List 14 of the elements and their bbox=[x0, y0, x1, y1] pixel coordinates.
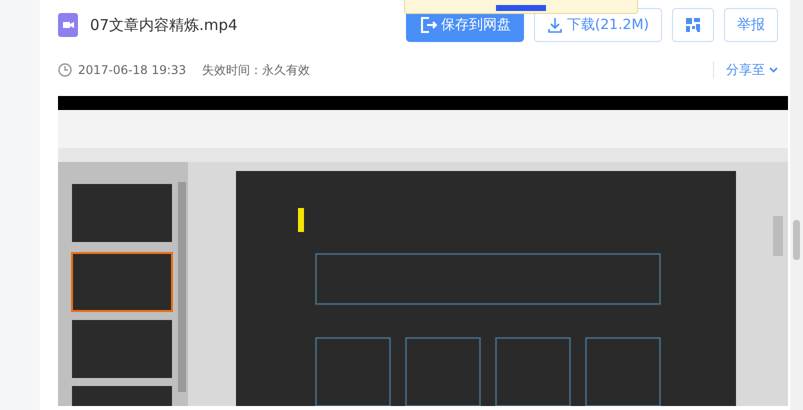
chevron-down-icon bbox=[769, 67, 778, 73]
download-icon bbox=[546, 17, 563, 33]
tooltip-bar bbox=[496, 5, 546, 11]
qr-code-button[interactable] bbox=[672, 8, 714, 42]
clock-icon bbox=[58, 63, 72, 77]
export-icon bbox=[418, 16, 437, 34]
expiry-text: 失效时间：永久有效 bbox=[202, 62, 310, 78]
video-file-icon bbox=[58, 13, 78, 37]
upload-date: 2017-06-18 19:33 bbox=[78, 63, 186, 77]
share-button[interactable]: 分享至 bbox=[713, 61, 778, 79]
scrollbar-thumb[interactable] bbox=[793, 220, 800, 260]
report-button[interactable]: 举报 bbox=[724, 8, 778, 42]
qr-code-icon bbox=[685, 17, 701, 33]
file-name: 07文章内容精炼.mp4 bbox=[90, 16, 239, 34]
